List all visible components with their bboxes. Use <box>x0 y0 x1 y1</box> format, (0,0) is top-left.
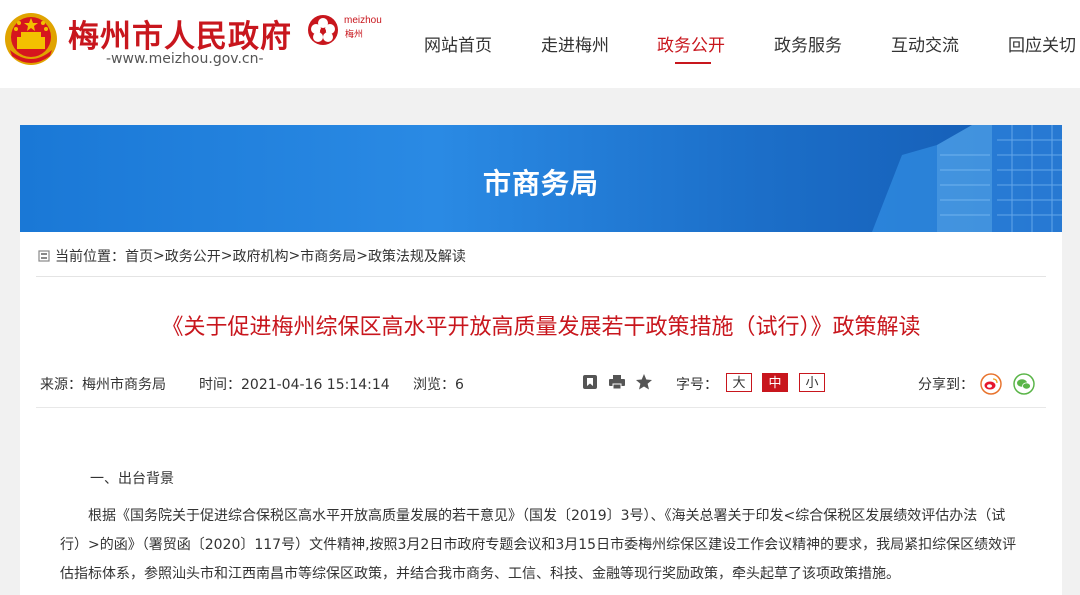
breadcrumb-location-icon <box>38 250 50 262</box>
breadcrumb-item-home[interactable]: 首页 <box>125 246 153 266</box>
article-paragraph: 根据《国务院关于促进综合保税区高水平开放高质量发展的若干意见》（国发〔2019〕… <box>60 508 1017 582</box>
nav-item-home[interactable]: 网站首页 <box>424 31 492 56</box>
breadcrumb-item-policy[interactable]: 政策法规及解读 <box>368 246 466 266</box>
article-title: 《关于促进梅州综保区高水平开放高质量发展若干政策措施（试行）》政策解读 <box>161 315 921 340</box>
logo-text-en: meizhou <box>344 15 382 26</box>
print-icon[interactable] <box>608 373 626 391</box>
nav-item-interaction[interactable]: 互动交流 <box>891 31 959 56</box>
article-source: 来源：梅州市商务局 <box>40 377 166 393</box>
breadcrumb-item-government-affairs[interactable]: 政务公开 <box>165 246 221 266</box>
wechat-icon[interactable] <box>1013 373 1035 395</box>
star-icon[interactable] <box>635 373 653 391</box>
department-title: 市商务局 <box>482 167 599 200</box>
main-nav: 网站首页 走进梅州 政务公开 政务服务 互动交流 回应关切 <box>0 31 1080 61</box>
breadcrumb-separator: > <box>153 248 165 264</box>
divider <box>36 276 1046 277</box>
breadcrumb-separator: > <box>220 248 233 264</box>
fontsize-small-button[interactable]: 小 <box>799 373 825 392</box>
divider <box>36 407 1046 408</box>
nav-item-government-services[interactable]: 政务服务 <box>774 31 842 56</box>
article-panel: 当前位置： 首页 > 政务公开 > 政府机构 > 市商务局 > 政策法规及解读 … <box>20 232 1062 595</box>
breadcrumb-separator: > <box>356 248 368 264</box>
fontsize-large-button[interactable]: 大 <box>726 373 752 392</box>
breadcrumb-separator: > <box>288 248 301 264</box>
weibo-icon[interactable] <box>980 373 1002 395</box>
breadcrumb: 当前位置： 首页 > 政务公开 > 政府机构 > 市商务局 > 政策法规及解读 <box>38 246 466 266</box>
fontsize-medium-button[interactable]: 中 <box>762 373 788 392</box>
article-time: 时间：2021-04-16 15:14:14 <box>199 377 390 393</box>
share-label: 分享到： <box>918 377 974 393</box>
breadcrumb-item-commerce-bureau[interactable]: 市商务局 <box>300 246 356 266</box>
nav-item-government-affairs[interactable]: 政务公开 <box>657 31 725 56</box>
fontsize-label: 字号： <box>676 377 718 393</box>
bookmark-icon[interactable] <box>581 373 599 391</box>
nav-active-indicator <box>675 62 711 64</box>
department-banner: 市商务局 <box>20 125 1062 232</box>
section-heading: 一、出台背景 <box>90 471 174 487</box>
article-views: 浏览：6 <box>413 377 464 393</box>
breadcrumb-item-government-agencies[interactable]: 政府机构 <box>232 246 288 266</box>
breadcrumb-prefix: 当前位置： <box>55 249 125 265</box>
nav-item-responses[interactable]: 回应关切 <box>1008 31 1076 56</box>
nav-item-about-meizhou[interactable]: 走进梅州 <box>541 31 609 56</box>
site-header: 梅州市人民政府 -www.meizhou.gov.cn- meizhou 梅州 … <box>0 0 1080 88</box>
